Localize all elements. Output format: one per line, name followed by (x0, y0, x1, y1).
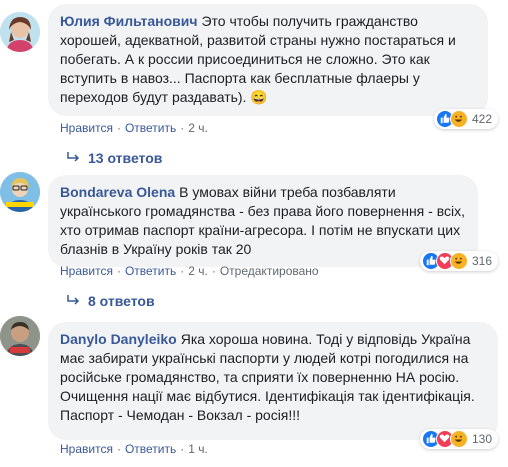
replies-count: 8 ответов (88, 293, 155, 309)
avatar-photo-icon (0, 316, 40, 356)
timestamp[interactable]: 1 ч. (188, 442, 208, 456)
comment-actions: Нравится · Ответить · 2 ч. · Отредактировано (60, 264, 319, 278)
comment-author[interactable]: Юлия Фильтанович (60, 13, 197, 29)
like-link[interactable]: Нравится (60, 442, 113, 456)
reply-link[interactable]: Ответить (125, 442, 176, 456)
haha-icon (449, 430, 468, 448)
reply-arrow-icon (67, 295, 80, 305)
replies-count: 13 ответов (88, 150, 163, 166)
avatar-photo-icon (0, 172, 40, 212)
reaction-summary[interactable]: 316 (419, 251, 498, 271)
reaction-summary[interactable]: 422 (433, 109, 498, 129)
like-link[interactable]: Нравится (60, 264, 113, 278)
timestamp[interactable]: 2 ч. (188, 121, 208, 135)
like-link[interactable]: Нравится (60, 121, 113, 135)
view-replies-link[interactable]: 8 ответов (66, 293, 155, 309)
avatar[interactable] (0, 12, 40, 52)
comment-bubble: Danylo Danyleiko Яка хороша новина. Тоді … (48, 322, 498, 440)
avatar[interactable] (0, 316, 40, 356)
comment-author[interactable]: Danylo Danyleiko (60, 331, 177, 347)
reaction-count: 316 (471, 254, 492, 268)
haha-icon (449, 252, 468, 270)
comment-bubble: Юлия Фильтанович Это чтобы получить гражд… (48, 4, 488, 116)
view-replies-link[interactable]: 13 ответов (66, 150, 162, 166)
avatar-photo-icon (0, 12, 40, 52)
comment-actions: Нравится · Ответить · 2 ч. (60, 121, 208, 135)
reaction-summary[interactable]: 130 (419, 429, 498, 449)
edited-label[interactable]: Отредактировано (220, 264, 319, 278)
reply-link[interactable]: Ответить (125, 121, 176, 135)
avatar[interactable] (0, 172, 40, 212)
haha-icon (449, 110, 468, 128)
reply-link[interactable]: Ответить (125, 264, 176, 278)
comment-author[interactable]: Bondareva Olena (60, 184, 175, 200)
reaction-count: 422 (471, 112, 492, 126)
comment-bubble: Bondareva Olena В умовах війни треба позб… (48, 175, 478, 267)
timestamp[interactable]: 2 ч. (188, 264, 208, 278)
reaction-count: 130 (471, 432, 492, 446)
reply-arrow-icon (67, 152, 80, 162)
comment-actions: Нравится · Ответить · 1 ч. (60, 442, 208, 456)
